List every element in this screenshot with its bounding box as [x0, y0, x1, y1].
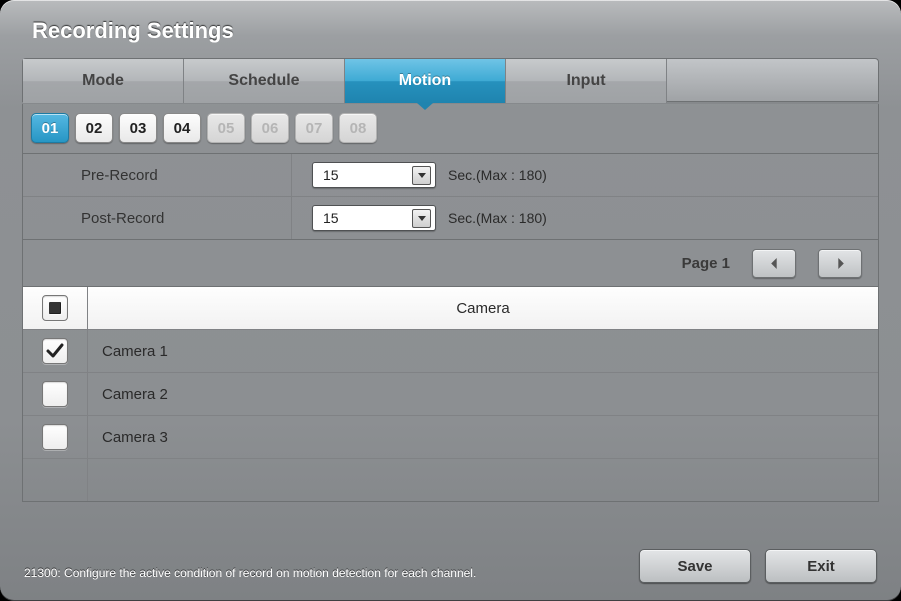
- post-record-value: 15: [323, 210, 339, 226]
- channel-chip-01[interactable]: 01: [31, 113, 69, 143]
- page-prev-button[interactable]: [752, 249, 796, 278]
- camera-name: Camera 2: [88, 386, 878, 403]
- camera-row: Camera 3: [23, 416, 878, 459]
- pre-record-row: Pre-Record 15 Sec.(Max : 180): [23, 154, 878, 197]
- camera-checkbox[interactable]: [42, 424, 68, 450]
- channel-chip-06: 06: [251, 113, 289, 143]
- camera-header-label: Camera: [88, 300, 878, 317]
- tab-bar: ModeScheduleMotionInput: [22, 58, 879, 103]
- chevron-left-icon: [769, 258, 780, 269]
- channel-chip-05: 05: [207, 113, 245, 143]
- channel-chip-08: 08: [339, 113, 377, 143]
- camera-row: Camera 1: [23, 330, 878, 373]
- camera-name: Camera 3: [88, 429, 878, 446]
- post-record-hint: Sec.(Max : 180): [448, 210, 547, 226]
- channel-row: 0102030405060708: [22, 103, 879, 153]
- channel-chip-04[interactable]: 04: [163, 113, 201, 143]
- exit-button[interactable]: Exit: [765, 549, 877, 583]
- camera-row: Camera 2: [23, 373, 878, 416]
- page-indicator: Page 1: [682, 255, 730, 272]
- tab-motion[interactable]: Motion: [345, 59, 506, 103]
- post-record-label: Post-Record: [23, 197, 292, 239]
- tab-input[interactable]: Input: [506, 59, 667, 103]
- camera-select-all-checkbox[interactable]: [42, 295, 68, 321]
- pre-record-value: 15: [323, 167, 339, 183]
- pager-bar: Page 1: [22, 239, 879, 286]
- post-record-row: Post-Record 15 Sec.(Max : 180): [23, 197, 878, 239]
- page-title: Recording Settings: [0, 0, 901, 58]
- channel-chip-03[interactable]: 03: [119, 113, 157, 143]
- button-row: Save Exit: [639, 549, 877, 583]
- chevron-down-icon: [412, 209, 431, 228]
- pre-record-select[interactable]: 15: [312, 162, 436, 188]
- camera-table: Camera Camera 1 Camera 2 Camera 3: [22, 286, 879, 502]
- page-next-button[interactable]: [818, 249, 862, 278]
- pre-record-label: Pre-Record: [23, 154, 292, 196]
- post-record-select[interactable]: 15: [312, 205, 436, 231]
- record-settings-box: Pre-Record 15 Sec.(Max : 180) Post-Recor…: [22, 153, 879, 239]
- camera-name: Camera 1: [88, 343, 878, 360]
- camera-checkbox[interactable]: [42, 381, 68, 407]
- status-text: 21300: Configure the active condition of…: [24, 566, 476, 581]
- save-button[interactable]: Save: [639, 549, 751, 583]
- tab-mode[interactable]: Mode: [23, 59, 184, 103]
- channel-chip-07: 07: [295, 113, 333, 143]
- chevron-down-icon: [412, 166, 431, 185]
- camera-checkbox[interactable]: [42, 338, 68, 364]
- pre-record-hint: Sec.(Max : 180): [448, 167, 547, 183]
- recording-settings-window: Recording Settings ModeScheduleMotionInp…: [0, 0, 901, 601]
- chevron-right-icon: [835, 258, 846, 269]
- camera-table-header: Camera: [23, 287, 878, 330]
- channel-chip-02[interactable]: 02: [75, 113, 113, 143]
- check-icon: [45, 341, 65, 361]
- tab-schedule[interactable]: Schedule: [184, 59, 345, 103]
- camera-row-empty: [23, 459, 878, 501]
